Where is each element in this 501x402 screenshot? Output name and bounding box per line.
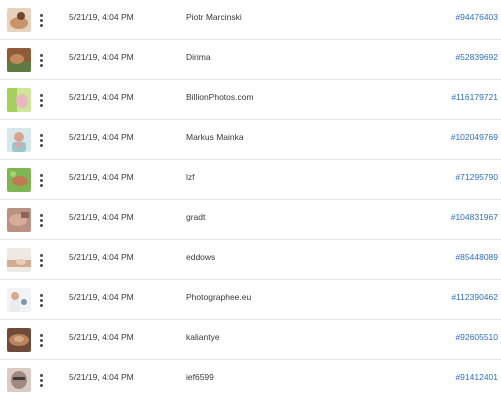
author-name: Piotr Marcinski [186, 12, 242, 22]
asset-id-link[interactable]: #71295790 [455, 172, 498, 182]
date-modified: 5/21/19, 4:04 PM [69, 12, 134, 22]
more-vertical-icon[interactable] [36, 248, 46, 272]
asset-thumbnail[interactable] [7, 368, 31, 392]
more-vertical-icon[interactable] [36, 368, 46, 392]
more-vertical-icon[interactable] [36, 288, 46, 312]
asset-id-link[interactable]: #92605510 [455, 332, 498, 342]
list-item[interactable]: 5/21/19, 4:04 PM eddows #85448089 [0, 240, 501, 280]
more-vertical-icon[interactable] [36, 48, 46, 72]
date-modified: 5/21/19, 4:04 PM [69, 372, 134, 382]
author-name: ief6599 [186, 372, 214, 382]
more-vertical-icon[interactable] [36, 128, 46, 152]
author-name: eddows [186, 252, 216, 262]
date-modified: 5/21/19, 4:04 PM [69, 92, 134, 102]
asset-id-link[interactable]: #112390462 [451, 292, 498, 302]
date-modified: 5/21/19, 4:04 PM [69, 252, 134, 262]
list-item[interactable]: 5/21/19, 4:04 PM BillionPhotos.com #1161… [0, 80, 501, 120]
asset-thumbnail[interactable] [7, 88, 31, 112]
author-name: BillionPhotos.com [186, 92, 254, 102]
asset-thumbnail[interactable] [7, 328, 31, 352]
more-vertical-icon[interactable] [36, 328, 46, 352]
list-item[interactable]: 5/21/19, 4:04 PM Photographee.eu #112390… [0, 280, 501, 320]
author-name: Photographee.eu [186, 292, 252, 302]
author-name: lzf [186, 172, 195, 182]
asset-id-link[interactable]: #104831967 [451, 212, 498, 222]
list-item[interactable]: 5/21/19, 4:04 PM lzf #71295790 [0, 160, 501, 200]
date-modified: 5/21/19, 4:04 PM [69, 212, 134, 222]
author-name: gradt [186, 212, 206, 222]
list-item[interactable]: 5/21/19, 4:04 PM Dirima #52839692 [0, 40, 501, 80]
asset-thumbnail[interactable] [7, 248, 31, 272]
date-modified: 5/21/19, 4:04 PM [69, 172, 134, 182]
list-item[interactable]: 5/21/19, 4:04 PM gradt #104831967 [0, 200, 501, 240]
asset-thumbnail[interactable] [7, 288, 31, 312]
asset-thumbnail[interactable] [7, 8, 31, 32]
asset-thumbnail[interactable] [7, 48, 31, 72]
list-item[interactable]: 5/21/19, 4:04 PM kaliantye #92605510 [0, 320, 501, 360]
list-item[interactable]: 5/21/19, 4:04 PM Markus Mainka #10204976… [0, 120, 501, 160]
date-modified: 5/21/19, 4:04 PM [69, 52, 134, 62]
author-name: Dirima [186, 52, 211, 62]
asset-id-link[interactable]: #91412401 [455, 372, 498, 382]
more-vertical-icon[interactable] [36, 8, 46, 32]
date-modified: 5/21/19, 4:04 PM [69, 332, 134, 342]
more-vertical-icon[interactable] [36, 168, 46, 192]
asset-thumbnail[interactable] [7, 128, 31, 152]
more-vertical-icon[interactable] [36, 208, 46, 232]
asset-thumbnail[interactable] [7, 208, 31, 232]
list-item[interactable]: 5/21/19, 4:04 PM ief6599 #91412401 [0, 360, 501, 400]
asset-list: 5/21/19, 4:04 PM Piotr Marcinski #944764… [0, 0, 501, 402]
list-item[interactable]: 5/21/19, 4:04 PM Piotr Marcinski #944764… [0, 0, 501, 40]
asset-id-link[interactable]: #102049769 [451, 132, 498, 142]
date-modified: 5/21/19, 4:04 PM [69, 292, 134, 302]
asset-id-link[interactable]: #116179721 [451, 92, 498, 102]
author-name: kaliantye [186, 332, 220, 342]
asset-id-link[interactable]: #52839692 [455, 52, 498, 62]
asset-id-link[interactable]: #85448089 [455, 252, 498, 262]
asset-thumbnail[interactable] [7, 168, 31, 192]
date-modified: 5/21/19, 4:04 PM [69, 132, 134, 142]
more-vertical-icon[interactable] [36, 88, 46, 112]
asset-id-link[interactable]: #94476403 [455, 12, 498, 22]
author-name: Markus Mainka [186, 132, 244, 142]
